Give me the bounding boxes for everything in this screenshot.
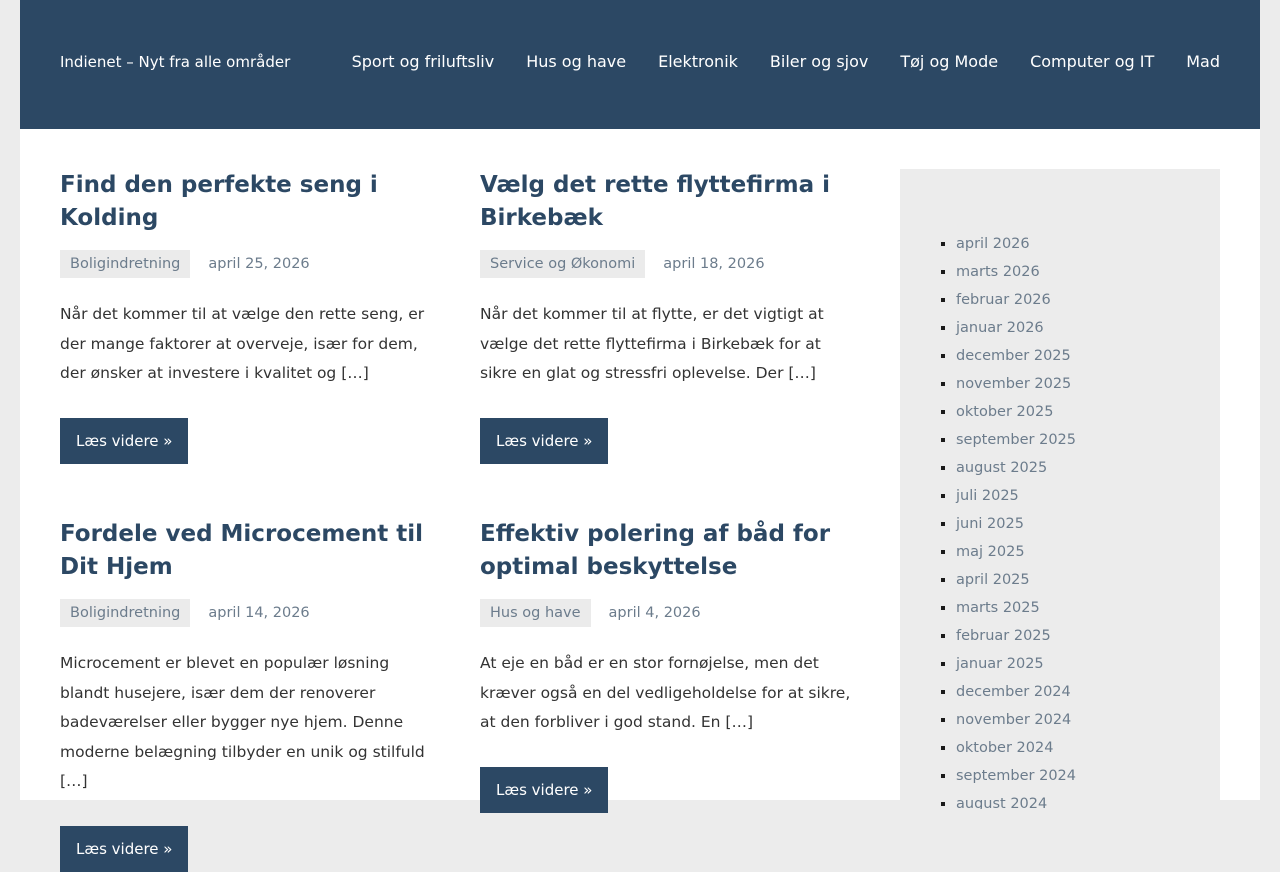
nav-item-computer-og-it[interactable]: Computer og IT [1030,52,1154,71]
archive-link[interactable]: marts 2025 [956,600,1040,616]
site-title-link[interactable]: Indienet – Nyt fra alle områder [60,53,290,71]
archive-list: april 2026 marts 2026 februar 2026 janua… [900,230,1076,809]
archive-item: marts 2025 [956,594,1076,622]
archive-item: juli 2025 [956,482,1076,510]
archive-item: april 2026 [956,230,1076,258]
archive-link[interactable]: januar 2025 [956,656,1044,672]
post-category-link[interactable]: Boligindretning [60,599,191,627]
post-title-link[interactable]: Fordele ved Microcement til Dit Hjem [60,521,423,580]
post-date-link[interactable]: april 14, 2026 [208,605,309,621]
read-more-button[interactable]: Læs videre » [480,766,609,813]
post-title-link[interactable]: Effektiv polering af båd for optimal bes… [480,521,830,580]
post-card: Vælg det rette flyttefirma i Birkebæk Se… [480,169,860,464]
archive-link[interactable]: september 2024 [956,768,1076,784]
archive-link[interactable]: marts 2026 [956,264,1040,280]
post-date-link[interactable]: april 18, 2026 [663,256,764,272]
archive-item: januar 2025 [956,650,1076,678]
archive-item: februar 2025 [956,622,1076,650]
archive-item: september 2025 [956,426,1076,454]
archive-link[interactable]: august 2025 [956,460,1047,476]
archive-link[interactable]: juni 2025 [956,516,1024,532]
nav-item-sport-og-friluftsliv[interactable]: Sport og friluftsliv [352,52,495,71]
post-date-link[interactable]: april 25, 2026 [208,256,309,272]
post-card: Find den perfekte seng i Kolding Boligin… [60,169,440,464]
archive-link[interactable]: februar 2026 [956,292,1051,308]
post-title-link[interactable]: Find den perfekte seng i Kolding [60,172,378,231]
nav-item-elektronik[interactable]: Elektronik [658,52,738,71]
archive-item: november 2025 [956,370,1076,398]
archive-item: november 2024 [956,706,1076,734]
post-date-link[interactable]: april 4, 2026 [609,605,701,621]
archive-link[interactable]: november 2025 [956,376,1071,392]
archive-link[interactable]: maj 2025 [956,544,1025,560]
post-excerpt: Microcement er blevet en populær løsning… [60,654,425,790]
archive-item: marts 2026 [956,258,1076,286]
post-category-link[interactable]: Hus og have [480,599,591,627]
site-header: Indienet – Nyt fra alle områder Sport og… [20,0,1260,129]
post-title: Fordele ved Microcement til Dit Hjem [60,518,440,584]
nav-item-toej-og-mode[interactable]: Tøj og Mode [900,52,998,71]
archive-item: april 2025 [956,566,1076,594]
archive-link[interactable]: juli 2025 [956,488,1019,504]
page: Indienet – Nyt fra alle områder Sport og… [20,0,1260,872]
nav-item-biler-og-sjov[interactable]: Biler og sjov [770,52,868,71]
post-meta: Boligindretning april 14, 2026 [60,599,440,627]
post-meta: Service og Økonomi april 18, 2026 [480,250,860,278]
archive-item: september 2024 [956,762,1076,790]
post-title: Find den perfekte seng i Kolding [60,169,440,235]
archive-link[interactable]: januar 2026 [956,320,1044,336]
post-excerpt: Når det kommer til at vælge den rette se… [60,305,425,382]
post-category-link[interactable]: Boligindretning [60,250,191,278]
archive-item: februar 2026 [956,286,1076,314]
sidebar: april 2026 marts 2026 februar 2026 janua… [900,169,1220,809]
archive-item: december 2024 [956,678,1076,706]
post-title: Effektiv polering af båd for optimal bes… [480,518,860,584]
post-meta: Hus og have april 4, 2026 [480,599,860,627]
archive-item: maj 2025 [956,538,1076,566]
archive-item: oktober 2024 [956,734,1076,762]
post-card: Fordele ved Microcement til Dit Hjem Bol… [60,518,440,872]
archive-link[interactable]: oktober 2024 [956,740,1053,756]
archive-item: oktober 2025 [956,398,1076,426]
post-meta: Boligindretning april 25, 2026 [60,250,440,278]
archive-link[interactable]: december 2024 [956,684,1071,700]
nav-item-hus-og-have[interactable]: Hus og have [526,52,626,71]
archive-link[interactable]: februar 2025 [956,628,1051,644]
archive-link[interactable]: april 2025 [956,572,1030,588]
read-more-button[interactable]: Læs videre » [60,417,189,464]
main-navigation: Sport og friluftsliv Hus og have Elektro… [320,52,1220,71]
archive-link[interactable]: december 2025 [956,348,1071,364]
archive-link[interactable]: november 2024 [956,712,1071,728]
archive-link[interactable]: oktober 2025 [956,404,1053,420]
post-card: Effektiv polering af båd for optimal bes… [480,518,860,813]
post-title: Vælg det rette flyttefirma i Birkebæk [480,169,860,235]
archive-link[interactable]: september 2025 [956,432,1076,448]
post-excerpt: At eje en båd er en stor fornøjelse, men… [480,654,851,731]
archive-item: juni 2025 [956,510,1076,538]
archive-link[interactable]: april 2026 [956,236,1030,252]
archive-item: august 2025 [956,454,1076,482]
archive-link[interactable]: august 2024 [956,796,1047,809]
read-more-button[interactable]: Læs videre » [60,825,189,872]
nav-item-mad[interactable]: Mad [1186,52,1220,71]
archive-item: januar 2026 [956,314,1076,342]
post-excerpt: Når det kommer til at flytte, er det vig… [480,305,824,382]
post-title-link[interactable]: Vælg det rette flyttefirma i Birkebæk [480,172,830,231]
archive-item: december 2025 [956,342,1076,370]
post-category-link[interactable]: Service og Økonomi [480,250,646,278]
read-more-button[interactable]: Læs videre » [480,417,609,464]
